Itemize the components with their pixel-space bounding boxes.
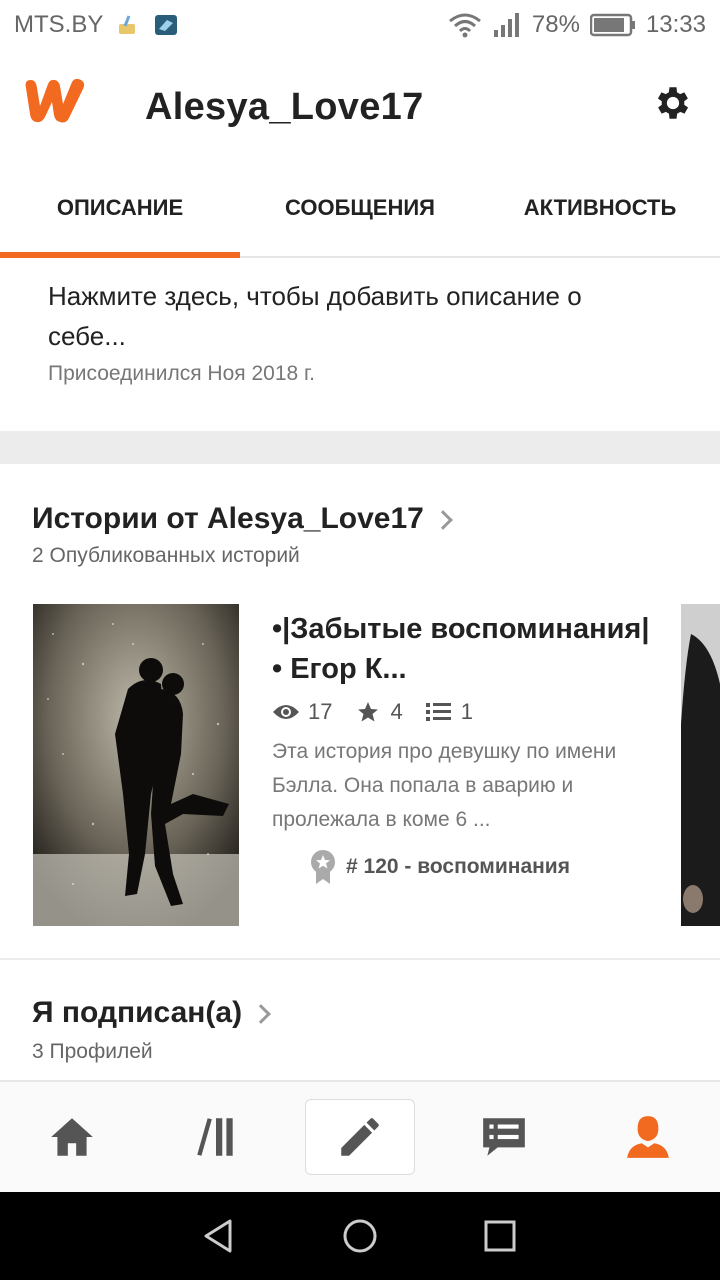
following-count: 3 Профилей — [32, 1040, 153, 1063]
nav-library[interactable] — [144, 1082, 288, 1192]
section-divider — [0, 431, 720, 464]
story-card[interactable]: •|Забытые воспоминания|• Егор К... 17 4 — [272, 609, 652, 885]
app-header: Alesya_Love17 — [0, 50, 720, 160]
add-description-prompt[interactable]: Нажмите здесь, чтобы добавить описание о… — [48, 276, 658, 356]
profile-tabs: ОПИСАНИЕ СООБЩЕНИЯ АКТИВНОСТЬ — [0, 160, 720, 258]
profile-icon — [627, 1116, 669, 1158]
home-circle-icon[interactable] — [340, 1216, 380, 1256]
library-icon — [197, 1118, 233, 1156]
nav-messages[interactable] — [432, 1082, 576, 1192]
status-bar: MTS.BY 78% 13:33 — [0, 0, 720, 50]
parts-stat: 1 — [425, 699, 473, 725]
back-icon[interactable] — [200, 1216, 240, 1256]
nav-home[interactable] — [0, 1082, 144, 1192]
tab-description[interactable]: ОПИСАНИЕ — [0, 160, 240, 258]
joined-date: Присоединился Ноя 2018 г. — [48, 362, 315, 385]
clock: 13:33 — [645, 11, 706, 38]
following-section-title: Я подписан(а) — [32, 996, 243, 1029]
home-icon — [51, 1118, 93, 1156]
ribbon-badge-icon — [311, 850, 335, 884]
following-section: Я подписан(а) 3 Профилей — [0, 960, 720, 1080]
pencil-icon — [341, 1118, 379, 1156]
messages-icon — [483, 1118, 525, 1156]
votes-stat: 4 — [354, 699, 403, 725]
stories-section-header[interactable]: Истории от Alesya_Love17 — [32, 502, 453, 536]
stories-section: Истории от Alesya_Love17 2 Опубликованны… — [0, 464, 720, 959]
tab-messages[interactable]: СООБЩЕНИЯ — [240, 160, 480, 256]
stories-count: 2 Опубликованных историй — [32, 544, 300, 567]
app-notification-icon — [155, 15, 178, 35]
battery-icon — [589, 13, 635, 37]
following-section-header[interactable]: Я подписан(а) — [32, 996, 271, 1030]
story-rank-badge: # 120 - воспоминания — [310, 849, 652, 885]
settings-gear-icon[interactable] — [652, 82, 694, 124]
chevron-right-icon — [251, 1004, 271, 1024]
system-navigation-bar — [0, 1192, 720, 1280]
cleaner-icon — [119, 15, 136, 34]
reads-stat: 17 — [272, 699, 332, 725]
nav-profile[interactable] — [576, 1082, 720, 1192]
story-stats: 17 4 1 — [272, 699, 652, 725]
stories-section-title: Истории от Alesya_Love17 — [32, 502, 424, 535]
star-icon — [358, 702, 379, 722]
profile-username: Alesya_Love17 — [145, 86, 424, 128]
list-icon — [425, 703, 451, 721]
wifi-icon — [448, 13, 481, 38]
story-description: Эта история про девушку по имени Бэлла. … — [272, 740, 617, 831]
signal-icon — [493, 13, 519, 37]
tab-activity[interactable]: АКТИВНОСТЬ — [480, 160, 720, 256]
profile-description: Нажмите здесь, чтобы добавить описание о… — [0, 260, 720, 430]
write-button[interactable] — [305, 1099, 415, 1175]
eye-icon — [273, 705, 299, 719]
bottom-navigation — [0, 1080, 720, 1192]
second-story-cover-image[interactable] — [681, 604, 720, 926]
carrier-label: MTS.BY — [14, 11, 104, 38]
battery-percent: 78% — [531, 11, 580, 38]
story-cover-image[interactable] — [33, 604, 239, 926]
wattpad-logo-icon[interactable] — [22, 76, 90, 126]
chevron-right-icon — [432, 510, 453, 530]
story-title[interactable]: •|Забытые воспоминания|• Егор К... — [272, 609, 652, 689]
recent-apps-icon[interactable] — [480, 1216, 520, 1256]
rank-label: # 120 - воспоминания — [346, 855, 570, 878]
nav-write[interactable] — [288, 1082, 432, 1192]
